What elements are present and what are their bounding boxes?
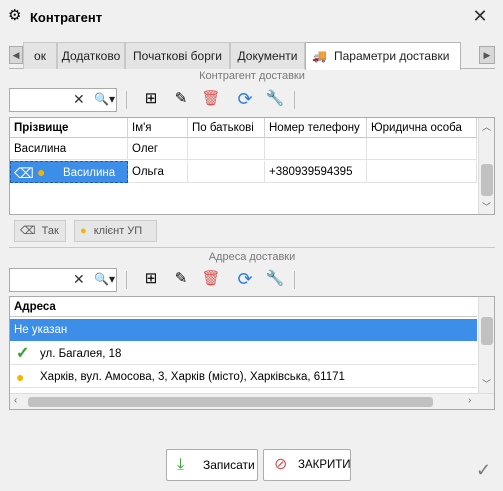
tab-additional[interactable]: Додатково	[57, 42, 125, 69]
scroll-thumb[interactable]	[481, 317, 493, 345]
tab-scroll-right-icon[interactable]: ▶	[479, 46, 495, 64]
legend-client-button[interactable]: ● клієнт УП	[74, 220, 157, 242]
tab-documents[interactable]: Документи	[230, 42, 305, 69]
refresh-icon[interactable]: ⟳	[234, 88, 256, 110]
search-icon[interactable]: 🔍▾	[94, 92, 115, 106]
wrench-icon[interactable]: 🔧	[264, 268, 286, 290]
cell-surname: Василина	[10, 138, 128, 160]
list-item[interactable]: Не указан	[10, 319, 477, 341]
eraser-icon: ⌫	[14, 165, 34, 181]
tab-strip: ◀ ок Додатково Початкові борги Документи…	[9, 42, 495, 70]
cell-surname: ⌫ ● Василина	[10, 161, 128, 183]
close-icon[interactable]: ✕	[468, 6, 492, 26]
list-item[interactable]: ✓ ул. Багалея, 18	[10, 343, 477, 365]
delete-icon[interactable]: 🗑	[200, 88, 222, 110]
list-item[interactable]: ● Харків, вул. Амосова, 3, Харків (місто…	[10, 366, 477, 388]
col-header-phone[interactable]: Номер телефону	[265, 118, 367, 138]
contractor-grid: Прізвище Ім'я По батькові Номер телефону…	[9, 117, 495, 215]
tab-ok[interactable]: ок	[23, 42, 57, 69]
close-button[interactable]: ⊘ ЗАКРИТИ	[263, 449, 351, 481]
cell-legal	[367, 161, 477, 183]
pin-icon: ●	[37, 164, 46, 180]
clear-icon[interactable]: ✕	[73, 91, 85, 108]
truck-icon: 🚚	[312, 49, 327, 63]
add-icon[interactable]: ⊞	[140, 268, 162, 290]
clear-icon[interactable]: ✕	[73, 271, 85, 288]
contractor-vscrollbar[interactable]: ︿ ﹀	[478, 118, 494, 214]
legend-yes-button[interactable]: ⌫ Так	[14, 220, 66, 242]
gear-icon: ⚙	[8, 7, 22, 24]
tab-scroll-left-icon[interactable]: ◀	[9, 46, 23, 64]
download-icon: ⤓	[177, 456, 185, 473]
cell-legal	[367, 138, 477, 160]
scroll-thumb[interactable]	[481, 164, 493, 196]
contractor-section-title: Контрагент доставки	[199, 70, 305, 82]
forbidden-icon: ⊘	[274, 456, 288, 473]
add-icon[interactable]: ⊞	[140, 88, 162, 110]
cell-patronymic	[188, 138, 265, 160]
address-grid: Адреса Не указан ✓ ул. Багалея, 18 ● Хар…	[9, 296, 495, 410]
wrench-icon[interactable]: 🔧	[264, 88, 286, 110]
address-hscrollbar[interactable]: ‹ ›	[10, 393, 494, 409]
address-search-input[interactable]: ✕ 🔍▾	[9, 268, 117, 292]
col-header-address[interactable]: Адреса	[10, 297, 477, 317]
address-vscrollbar[interactable]: ﹀	[478, 297, 494, 393]
section-divider	[9, 247, 495, 248]
pin-icon: ●	[80, 225, 87, 237]
address-section-title: Адреса доставки	[208, 251, 296, 263]
tab-initial-debts[interactable]: Початкові борги	[125, 42, 230, 69]
col-header-surname[interactable]: Прізвище	[10, 118, 128, 138]
col-header-legal[interactable]: Юридична особа	[367, 118, 477, 138]
col-header-patronymic[interactable]: По батькові	[188, 118, 265, 138]
cell-phone	[265, 138, 367, 160]
edit-icon[interactable]: ✎	[170, 268, 192, 290]
save-button[interactable]: ⤓ Записати	[166, 449, 258, 481]
cell-name: Олег	[128, 138, 188, 160]
check-icon: ✓	[16, 345, 30, 362]
col-header-name[interactable]: Ім'я	[128, 118, 188, 138]
cell-name: Ольга	[128, 161, 188, 183]
check-icon: ✓	[476, 460, 492, 480]
refresh-icon[interactable]: ⟳	[234, 268, 256, 290]
search-icon[interactable]: 🔍▾	[94, 272, 115, 286]
tab-delivery-params[interactable]: 🚚 Параметри доставки	[305, 42, 461, 70]
window-title: Контрагент	[30, 10, 103, 25]
delete-icon[interactable]: 🗑	[200, 268, 222, 290]
scroll-thumb[interactable]	[28, 397, 433, 407]
contractor-search-input[interactable]: ✕ 🔍▾	[9, 88, 117, 112]
edit-icon[interactable]: ✎	[170, 88, 192, 110]
cell-patronymic	[188, 161, 265, 183]
pin-icon: ●	[16, 369, 25, 385]
cell-phone: +380939594395	[265, 161, 367, 183]
eraser-icon: ⌫	[20, 225, 36, 237]
